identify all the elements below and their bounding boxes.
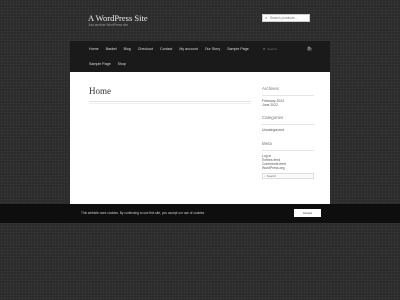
site-title[interactable]: A WordPress Site	[88, 13, 148, 23]
title-divider-secondary	[89, 103, 251, 104]
nav-item-contact[interactable]: Contact	[160, 47, 172, 51]
nav-item-sample-page[interactable]: Sample Page	[227, 47, 249, 51]
nav-item-my-account[interactable]: My account	[179, 47, 197, 51]
widget-divider	[262, 149, 314, 151]
widget-divider	[262, 95, 314, 96]
nav-item-blog[interactable]: Blog	[124, 47, 131, 51]
widget-archives: Archives February 2024 June 2022	[262, 86, 314, 107]
cookie-notice-text: This website uses cookies. By continuing…	[81, 211, 206, 215]
nav-item-sample-page-2[interactable]: Sample Page	[89, 62, 111, 66]
nav-search[interactable]: ⌕	[263, 46, 282, 51]
nav-item-our-story[interactable]: Our Story	[205, 47, 220, 51]
site-header: A WordPress Site Just another WordPress …	[88, 13, 320, 35]
nav-row-2: Sample Page Shop	[89, 62, 133, 66]
cookie-notice-bar: This website uses cookies. By continuing…	[0, 204, 400, 223]
sidebar-search-box[interactable]: ⌕	[262, 173, 314, 180]
nav-search-input[interactable]	[267, 46, 282, 51]
sidebar-search-input[interactable]	[266, 174, 303, 179]
meta-link-wordpress-org[interactable]: WordPress.org	[262, 166, 314, 170]
widget-title-archives: Archives	[262, 86, 279, 91]
widget-title-categories: Categories	[262, 115, 284, 121]
widget-divider	[262, 124, 314, 126]
search-icon: ⌕	[263, 46, 266, 51]
archive-link[interactable]: June 2022	[262, 103, 314, 107]
nav-row-1: Home Basket Blog Checkout Contact My acc…	[89, 47, 256, 51]
page-title: Home	[89, 86, 111, 96]
nav-item-shop[interactable]: Shop	[118, 62, 126, 66]
widget-title-meta: Meta	[262, 140, 272, 146]
search-icon: ⌕	[264, 174, 266, 179]
search-icon: ⌕	[265, 15, 268, 20]
content-area: Home Archives February 2024 June 2022 Ca…	[70, 72, 330, 204]
title-divider	[89, 101, 251, 102]
widget-categories: Categories Uncategorized	[262, 115, 314, 132]
header-search-input[interactable]	[270, 15, 308, 21]
widget-meta: Meta Log in Entries feed Comments feed W…	[262, 141, 314, 180]
nav-item-checkout[interactable]: Checkout	[138, 47, 153, 51]
nav-item-home[interactable]: Home	[89, 47, 99, 51]
main-navigation: Home Basket Blog Checkout Contact My acc…	[70, 41, 330, 72]
cart-icon[interactable]: 🛍	[307, 46, 312, 51]
nav-item-basket[interactable]: Basket	[106, 47, 117, 51]
header-search-box[interactable]: ⌕	[262, 14, 310, 22]
site-tagline: Just another WordPress site	[88, 23, 128, 27]
cookie-accept-button[interactable]: Accept	[294, 209, 321, 217]
category-link[interactable]: Uncategorized	[262, 128, 314, 132]
sidebar: Archives February 2024 June 2022 Categor…	[262, 86, 314, 187]
